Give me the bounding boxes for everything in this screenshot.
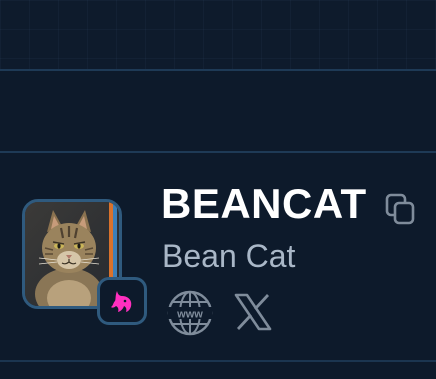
- top-divider: [0, 69, 436, 71]
- token-name: Bean Cat: [162, 238, 296, 274]
- x-logo-icon: [234, 293, 272, 331]
- copy-address-button[interactable]: [382, 190, 418, 226]
- uniswap-chain-badge: [97, 277, 147, 325]
- bottom-divider: [0, 360, 436, 362]
- website-label: www: [176, 309, 203, 321]
- uniswap-unicorn-icon: [111, 291, 132, 312]
- globe-www-icon: www: [167, 290, 213, 336]
- token-ticker: BEANCAT: [161, 180, 367, 227]
- x-social-link-button[interactable]: [232, 289, 274, 335]
- copy-icon: [385, 193, 415, 225]
- website-link-button[interactable]: www: [166, 289, 214, 337]
- header-grid-background: [0, 0, 436, 70]
- section-divider: [0, 151, 436, 153]
